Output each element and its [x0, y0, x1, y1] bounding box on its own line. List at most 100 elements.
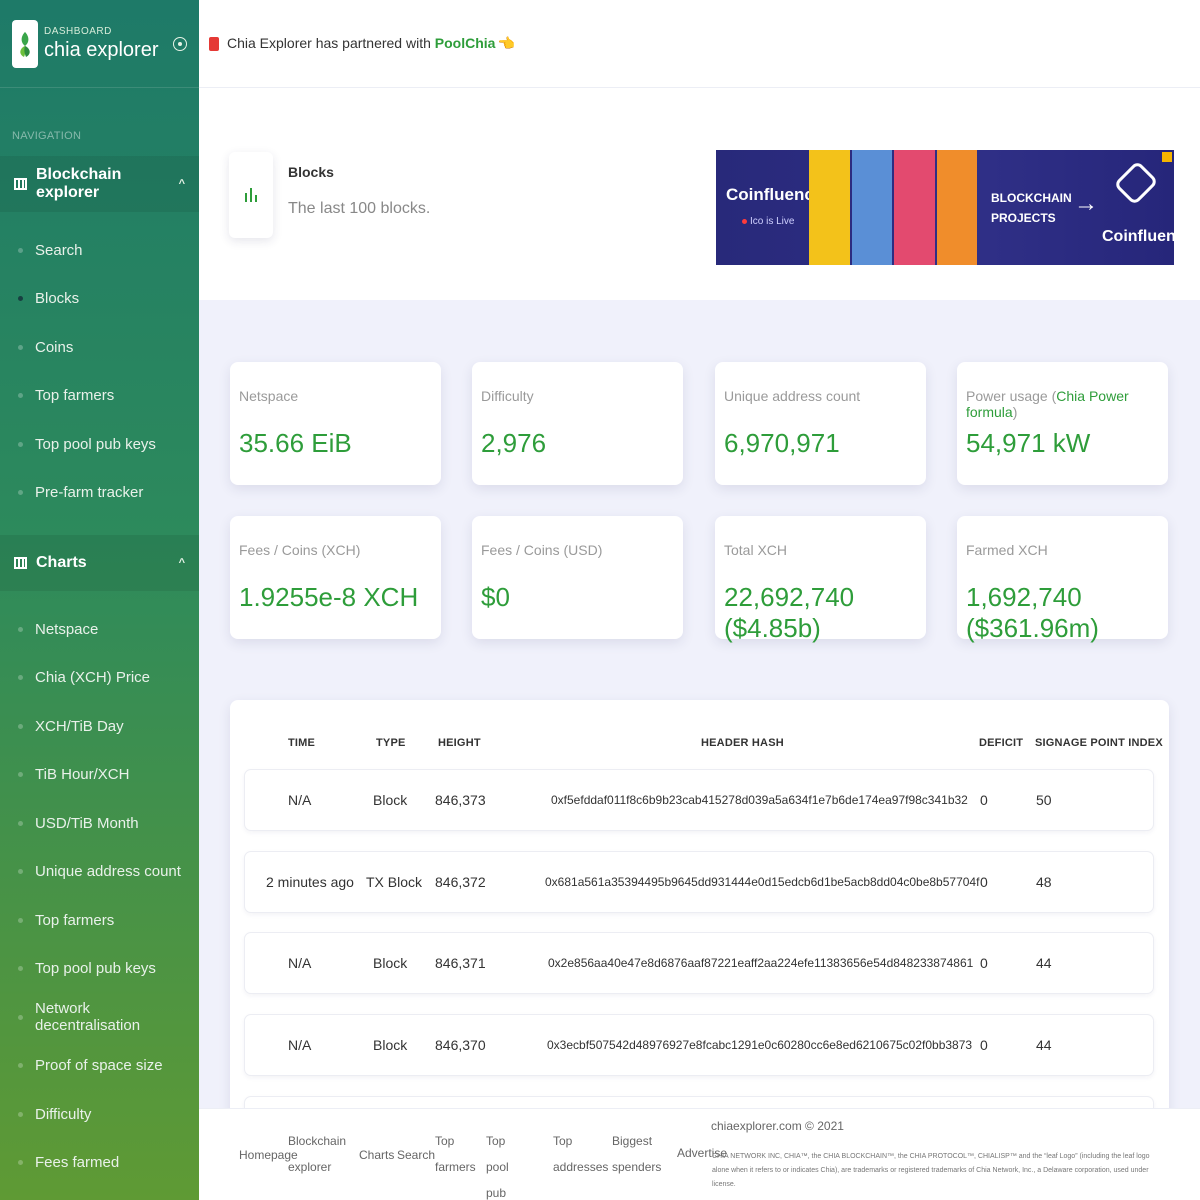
stat-label: Unique address count [724, 388, 861, 404]
bullet-icon [18, 296, 23, 302]
cell-header-hash[interactable]: 0x681a561a35394495b9645dd931444e0d15edcb… [545, 875, 979, 889]
bullet-icon [18, 869, 23, 875]
pointing-hand-icon: 👈 [497, 35, 515, 51]
sidebar-item-chia-price[interactable]: Chia (XCH) Price [0, 654, 199, 703]
bullet-icon [18, 675, 23, 681]
footer-link-blockchain-explorer[interactable]: Blockchain explorer [288, 1128, 346, 1180]
sidebar-item-pre-farm-tracker[interactable]: Pre-farm tracker [0, 469, 199, 518]
stat-label: Power usage (Chia Power formula) [966, 388, 1168, 420]
sidebar-toggle-icon[interactable] [173, 36, 187, 51]
columns-icon [14, 557, 27, 569]
bullet-icon [18, 772, 23, 778]
sidebar-item-difficulty[interactable]: Difficulty [0, 1090, 199, 1139]
stat-card-farmed-xch: Farmed XCH 1,692,740 ($361.96m) [957, 516, 1168, 643]
sidebar-item-proof-of-space-size[interactable]: Proof of space size [0, 1042, 199, 1091]
page-title: Blocks [288, 164, 334, 180]
chevron-up-icon: ^ [178, 557, 185, 569]
sidebar-item-label: XCH/TiB Day [35, 717, 124, 735]
sidebar-item-label: Top farmers [35, 911, 115, 929]
table-row[interactable]: 2 minutes ago TX Block 846,372 0x681a561… [244, 851, 1154, 913]
nav-section-charts[interactable]: Charts ^ [0, 535, 199, 591]
stat-value: 54,971 kW [966, 428, 1091, 458]
bullet-icon [18, 1111, 23, 1117]
stat-label: Difficulty [481, 388, 534, 404]
footer-link-search[interactable]: Search [397, 1142, 435, 1168]
sidebar-item-top-farmers[interactable]: Top farmers [0, 372, 199, 421]
cell-type: Block [373, 792, 408, 808]
adchoices-icon[interactable] [1162, 152, 1172, 162]
cell-type: Block [373, 1037, 408, 1053]
cell-header-hash[interactable]: 0x2e856aa40e47e8d6876aaf87221eaff2aa224e… [548, 956, 973, 970]
bullet-icon [18, 490, 23, 496]
sidebar-item-label: Pre-farm tracker [35, 484, 144, 502]
ad-logo-text: Coinfluence [1102, 228, 1174, 245]
stat-value: $0 [481, 582, 510, 612]
sidebar-item-blocks[interactable]: Blocks [0, 275, 199, 324]
bullet-icon [18, 1063, 23, 1069]
sidebar-item-chart-top-farmers[interactable]: Top farmers [0, 896, 199, 945]
cell-header-hash[interactable]: 0x3ecbf507542d48976927e8fcabc1291e0c6028… [547, 1038, 972, 1052]
cell-signage-point-index: 48 [1036, 874, 1052, 890]
sidebar-item-label: Difficulty [35, 1105, 92, 1123]
table-row[interactable]: N/A Block 846,370 0x3ecbf507542d48976927… [244, 1014, 1154, 1076]
copyright: chiaexplorer.com © 2021 [711, 1119, 844, 1133]
announcement: Chia Explorer has partnered with PoolChi… [227, 35, 515, 52]
sidebar-item-label: TiB Hour/XCH [35, 766, 130, 784]
bullet-icon [18, 626, 23, 632]
brand-subtitle: DASHBOARD [44, 25, 112, 37]
stat-card-difficulty: Difficulty 2,976 [472, 362, 683, 485]
footer-link-top-addresses[interactable]: Top addresses [553, 1128, 608, 1180]
column-header-height: HEIGHT [438, 737, 481, 749]
cell-height: 846,373 [435, 792, 486, 808]
bullet-icon [18, 966, 23, 972]
sidebar-item-label: USD/TiB Month [35, 814, 139, 832]
ad-headline-line2: PROJECTS [991, 211, 1056, 225]
nav-section-blockchain-explorer[interactable]: Blockchain explorer ^ [0, 156, 199, 212]
sidebar-item-network-decentralisation[interactable]: Network decentralisation [0, 993, 199, 1042]
stat-label-suffix: ) [1012, 404, 1018, 420]
footer-link-top-pool-pub-keys[interactable]: Top pool pub keys [486, 1128, 526, 1200]
cell-deficit: 0 [980, 1037, 988, 1053]
sidebar-item-fees-farmed[interactable]: Fees farmed [0, 1139, 199, 1188]
poolchia-link[interactable]: PoolChia [435, 35, 496, 51]
table-row[interactable]: N/A Block 846,373 0xf5efddaf011f8c6b9b23… [244, 769, 1154, 831]
sidebar-item-coins[interactable]: Coins [0, 323, 199, 372]
sidebar-item-label: Proof of space size [35, 1057, 163, 1075]
bullet-icon [18, 344, 23, 350]
cell-type: TX Block [366, 874, 423, 890]
stat-label: Netspace [239, 388, 299, 404]
sidebar-item-unique-address-count[interactable]: Unique address count [0, 848, 199, 897]
cell-height: 846,370 [435, 1037, 486, 1053]
sidebar-item-tib-hour-xch[interactable]: TiB Hour/XCH [0, 751, 199, 800]
bullet-icon [18, 247, 23, 253]
table-row[interactable]: N/A Block 846,371 0x2e856aa40e47e8d6876a… [244, 932, 1154, 994]
bullet-icon [18, 1014, 23, 1020]
sidebar-item-xch-tib-day[interactable]: XCH/TiB Day [0, 702, 199, 751]
sidebar-item-usd-tib-month[interactable]: USD/TiB Month [0, 799, 199, 848]
stat-value: 35.66 EiB [239, 428, 352, 458]
ad-live-text: Ico is Live [750, 216, 795, 227]
nav-section-label: Charts [36, 554, 87, 571]
cell-time: N/A [288, 955, 312, 971]
sidebar-item-chart-top-pool-pub-keys[interactable]: Top pool pub keys [0, 945, 199, 994]
stat-label-prefix: Power usage ( [966, 388, 1057, 404]
stat-label: Farmed XCH [966, 542, 1048, 558]
sidebar-item-search[interactable]: Search [0, 226, 199, 275]
sidebar-item-label: Blocks [35, 290, 80, 308]
sidebar-item-top-pool-pub-keys[interactable]: Top pool pub keys [0, 420, 199, 469]
column-header-time: TIME [288, 737, 316, 749]
footer-link-biggest-spenders[interactable]: Biggest spenders [612, 1128, 661, 1180]
sidebar-item-label: Network decentralisation [35, 1000, 141, 1035]
cell-header-hash[interactable]: 0xf5efddaf011f8c6b9b23cab415278d039a5a63… [551, 793, 968, 807]
legal-notice: CHIA NETWORK INC, CHIA™, the CHIA BLOCKC… [712, 1153, 1150, 1188]
brand[interactable]: DASHBOARD chia explorer [0, 0, 199, 88]
stat-value: 6,970,971 [724, 428, 840, 458]
footer-link-charts[interactable]: Charts [359, 1142, 394, 1168]
stat-card-netspace: Netspace 35.66 EiB [230, 362, 441, 485]
sidebar-item-netspace[interactable]: Netspace [0, 605, 199, 654]
top-bar: Chia Explorer has partnered with PoolChi… [199, 0, 1200, 88]
column-header-type: TYPE [376, 737, 406, 749]
footer-link-top-farmers[interactable]: Top farmers [435, 1128, 476, 1180]
ad-banner[interactable]: Coinfluence Ico is Live BLOCKCHAIN PROJE… [716, 150, 1174, 265]
columns-icon [14, 178, 27, 190]
